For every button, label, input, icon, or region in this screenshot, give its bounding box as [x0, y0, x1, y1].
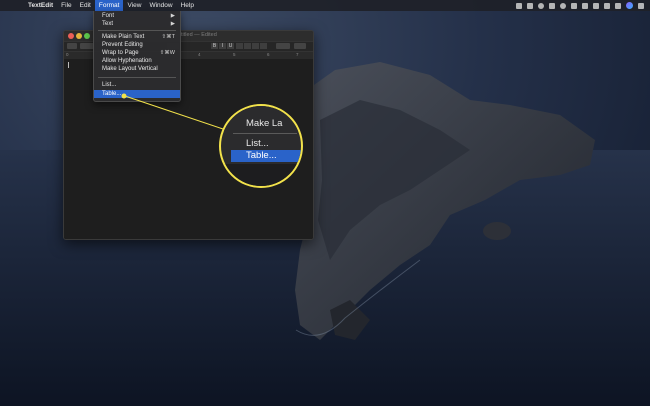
zoom-window-background — [221, 164, 301, 186]
zoom-separator — [233, 133, 297, 134]
zoom-table-highlight: Table... — [231, 150, 301, 162]
callout-dot — [121, 93, 127, 99]
zoom-magnifier: Make La List... Table... — [219, 104, 303, 188]
zoom-make-layout-label: Make La — [246, 118, 283, 129]
zoom-list-label: List... — [246, 138, 269, 149]
callout-line — [121, 93, 227, 131]
zoom-table-label: Table... — [246, 150, 277, 161]
